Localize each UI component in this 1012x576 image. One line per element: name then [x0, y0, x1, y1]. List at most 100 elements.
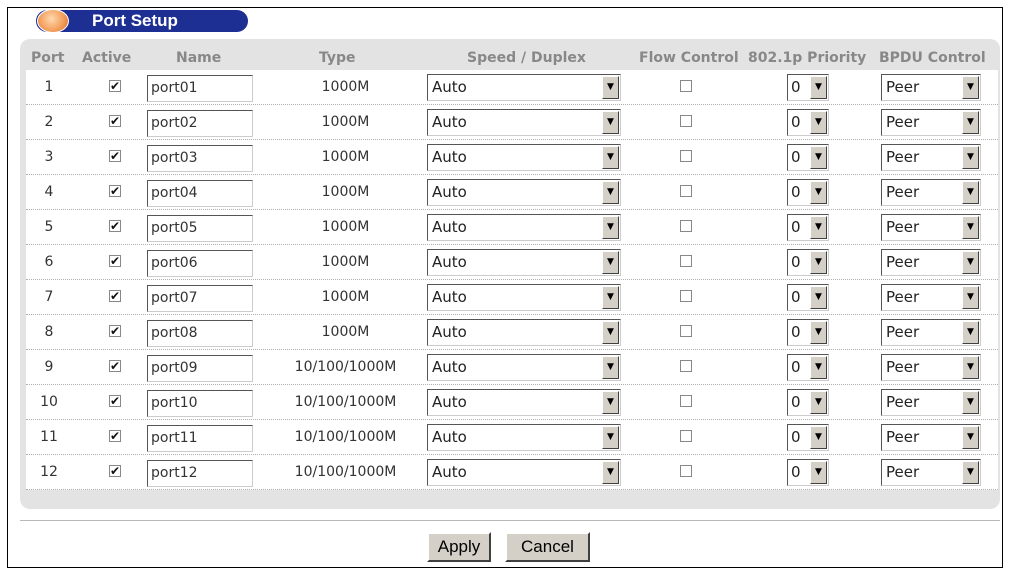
- speed-duplex-select[interactable]: Auto ▼: [427, 284, 621, 311]
- flow-control-checkbox[interactable]: [680, 150, 692, 162]
- bpdu-control-select[interactable]: Peer ▼: [881, 354, 981, 381]
- speed-duplex-select[interactable]: Auto ▼: [427, 424, 621, 451]
- port-type: 1000M: [321, 79, 370, 95]
- bpdu-control-select[interactable]: Peer ▼: [881, 214, 981, 241]
- dropdown-arrow-icon: ▼: [602, 321, 619, 344]
- port-name-input[interactable]: port12: [147, 460, 253, 487]
- port-name-input[interactable]: port09: [147, 355, 253, 382]
- bpdu-value: Peer: [886, 183, 920, 201]
- cancel-button[interactable]: Cancel: [505, 532, 590, 562]
- speed-duplex-select[interactable]: Auto ▼: [427, 459, 621, 486]
- port-name-input[interactable]: port08: [147, 320, 253, 347]
- port-name-input[interactable]: port01: [147, 75, 253, 102]
- port-name-input[interactable]: port06: [147, 250, 253, 277]
- port-name-input[interactable]: port11: [147, 425, 253, 452]
- col-header-port: Port: [31, 50, 65, 66]
- active-checkbox[interactable]: ✔: [109, 80, 121, 92]
- priority-select[interactable]: 0 ▼: [787, 144, 829, 171]
- table-row: 8 ✔ port08 1000M Auto ▼ 0 ▼ Peer ▼: [26, 315, 998, 350]
- bpdu-value: Peer: [886, 463, 920, 481]
- active-checkbox[interactable]: ✔: [109, 185, 121, 197]
- speed-duplex-select[interactable]: Auto ▼: [427, 354, 621, 381]
- port-name-input[interactable]: port10: [147, 390, 253, 417]
- dropdown-arrow-icon: ▼: [602, 426, 619, 449]
- bpdu-control-select[interactable]: Peer ▼: [881, 424, 981, 451]
- dropdown-arrow-icon: ▼: [962, 286, 979, 309]
- flow-control-checkbox[interactable]: [680, 430, 692, 442]
- active-checkbox[interactable]: ✔: [109, 395, 121, 407]
- speed-duplex-select[interactable]: Auto ▼: [427, 214, 621, 241]
- bpdu-control-select[interactable]: Peer ▼: [881, 284, 981, 311]
- priority-select[interactable]: 0 ▼: [787, 459, 829, 486]
- bpdu-control-select[interactable]: Peer ▼: [881, 389, 981, 416]
- priority-select[interactable]: 0 ▼: [787, 319, 829, 346]
- active-checkbox[interactable]: ✔: [109, 465, 121, 477]
- bpdu-control-select[interactable]: Peer ▼: [881, 319, 981, 346]
- bpdu-control-select[interactable]: Peer ▼: [881, 109, 981, 136]
- table-row: 2 ✔ port02 1000M Auto ▼ 0 ▼ Peer ▼: [26, 105, 998, 140]
- speed-duplex-select[interactable]: Auto ▼: [427, 74, 621, 101]
- checkmark-icon: ✔: [110, 289, 121, 303]
- priority-value: 0: [791, 148, 801, 166]
- flow-control-checkbox[interactable]: [680, 325, 692, 337]
- port-name-input[interactable]: port04: [147, 180, 253, 207]
- bpdu-control-select[interactable]: Peer ▼: [881, 144, 981, 171]
- priority-select[interactable]: 0 ▼: [787, 179, 829, 206]
- checkmark-icon: ✔: [110, 464, 121, 478]
- priority-select[interactable]: 0 ▼: [787, 284, 829, 311]
- priority-select[interactable]: 0 ▼: [787, 389, 829, 416]
- port-name-input[interactable]: port07: [147, 285, 253, 312]
- priority-select[interactable]: 0 ▼: [787, 424, 829, 451]
- active-checkbox[interactable]: ✔: [109, 360, 121, 372]
- col-header-type: Type: [319, 50, 356, 66]
- speed-duplex-select[interactable]: Auto ▼: [427, 144, 621, 171]
- speed-duplex-select[interactable]: Auto ▼: [427, 179, 621, 206]
- port-name-input[interactable]: port02: [147, 110, 253, 137]
- priority-select[interactable]: 0 ▼: [787, 249, 829, 276]
- active-checkbox[interactable]: ✔: [109, 220, 121, 232]
- active-checkbox[interactable]: ✔: [109, 290, 121, 302]
- dropdown-arrow-icon: ▼: [602, 181, 619, 204]
- bpdu-value: Peer: [886, 218, 920, 236]
- flow-control-checkbox[interactable]: [680, 290, 692, 302]
- apply-button[interactable]: Apply: [427, 532, 491, 562]
- active-checkbox[interactable]: ✔: [109, 150, 121, 162]
- bpdu-control-select[interactable]: Peer ▼: [881, 179, 981, 206]
- active-checkbox[interactable]: ✔: [109, 115, 121, 127]
- active-checkbox[interactable]: ✔: [109, 255, 121, 267]
- active-checkbox[interactable]: ✔: [109, 430, 121, 442]
- speed-duplex-select[interactable]: Auto ▼: [427, 319, 621, 346]
- priority-select[interactable]: 0 ▼: [787, 214, 829, 241]
- port-type: 1000M: [321, 254, 370, 270]
- speed-duplex-value: Auto: [432, 218, 467, 236]
- flow-control-checkbox[interactable]: [680, 220, 692, 232]
- dropdown-arrow-icon: ▼: [962, 356, 979, 379]
- speed-duplex-select[interactable]: Auto ▼: [427, 389, 621, 416]
- priority-select[interactable]: 0 ▼: [787, 354, 829, 381]
- flow-control-checkbox[interactable]: [680, 395, 692, 407]
- flow-control-checkbox[interactable]: [680, 360, 692, 372]
- bpdu-control-select[interactable]: Peer ▼: [881, 249, 981, 276]
- flow-control-checkbox[interactable]: [680, 465, 692, 477]
- flow-control-checkbox[interactable]: [680, 255, 692, 267]
- flow-control-checkbox[interactable]: [680, 80, 692, 92]
- priority-select[interactable]: 0 ▼: [787, 74, 829, 101]
- dropdown-arrow-icon: ▼: [602, 391, 619, 414]
- bpdu-value: Peer: [886, 113, 920, 131]
- priority-value: 0: [791, 393, 801, 411]
- active-checkbox[interactable]: ✔: [109, 325, 121, 337]
- priority-select[interactable]: 0 ▼: [787, 109, 829, 136]
- speed-duplex-select[interactable]: Auto ▼: [427, 109, 621, 136]
- port-name-input[interactable]: port05: [147, 215, 253, 242]
- flow-control-checkbox[interactable]: [680, 185, 692, 197]
- dropdown-arrow-icon: ▼: [962, 146, 979, 169]
- priority-value: 0: [791, 218, 801, 236]
- priority-value: 0: [791, 463, 801, 481]
- speed-duplex-select[interactable]: Auto ▼: [427, 249, 621, 276]
- dropdown-arrow-icon: ▼: [962, 216, 979, 239]
- bpdu-control-select[interactable]: Peer ▼: [881, 459, 981, 486]
- bpdu-control-select[interactable]: Peer ▼: [881, 74, 981, 101]
- flow-control-checkbox[interactable]: [680, 115, 692, 127]
- port-name-input[interactable]: port03: [147, 145, 253, 172]
- bpdu-value: Peer: [886, 393, 920, 411]
